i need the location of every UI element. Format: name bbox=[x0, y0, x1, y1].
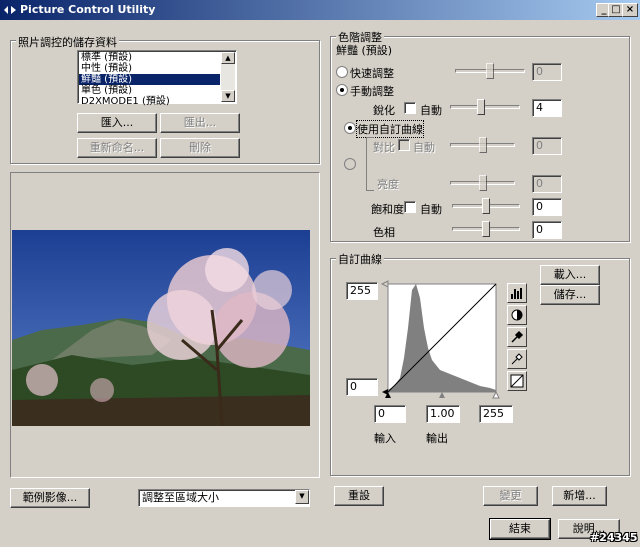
hue-label: 色相 bbox=[373, 226, 395, 239]
slider-thumb[interactable] bbox=[482, 221, 490, 237]
list-items: 標準 (預設) 中性 (預設) 鮮豔 (預設) 單色 (預設) D2XMODE1… bbox=[79, 52, 220, 107]
hue-value[interactable]: 0 bbox=[532, 221, 562, 239]
custom-curve-radio[interactable] bbox=[344, 122, 356, 134]
quick-adjust-radio[interactable] bbox=[336, 66, 348, 78]
output-min-field[interactable]: 0 bbox=[346, 378, 378, 396]
curve-reset-icon[interactable] bbox=[507, 371, 527, 391]
input-label: 輸入 bbox=[374, 432, 396, 445]
rename-button[interactable]: 重新命名... bbox=[77, 138, 157, 158]
contrast-value[interactable]: 0 bbox=[532, 137, 562, 155]
preview-image[interactable] bbox=[12, 230, 310, 426]
import-button[interactable]: 匯入... bbox=[77, 113, 157, 133]
manual-adjust-radio[interactable] bbox=[336, 84, 348, 96]
quick-adjust-value[interactable]: 0 bbox=[532, 63, 562, 81]
window-title: Picture Control Utility bbox=[20, 3, 156, 16]
list-item[interactable]: 標準 (預設) bbox=[79, 52, 220, 63]
sharpen-auto-checkbox[interactable] bbox=[404, 102, 416, 114]
list-item[interactable]: 中性 (預設) bbox=[79, 63, 220, 74]
list-item-selected[interactable]: 鮮豔 (預設) bbox=[79, 74, 220, 85]
storage-group-label: 照片調控的儲存資料 bbox=[16, 34, 119, 50]
gamma-field[interactable]: 1.00 bbox=[426, 405, 460, 423]
brightness-slider[interactable] bbox=[450, 175, 515, 191]
custom-curve-label: 使用自訂曲線 bbox=[356, 120, 424, 138]
slider-thumb[interactable] bbox=[486, 63, 494, 79]
hue-slider[interactable] bbox=[452, 221, 520, 237]
new-button[interactable]: 新增... bbox=[552, 486, 607, 506]
watermark: #24345 bbox=[590, 531, 638, 544]
curve-save-button[interactable]: 儲存... bbox=[540, 285, 600, 305]
list-scrollbar[interactable]: ▲ ▼ bbox=[221, 52, 235, 102]
list-item[interactable]: D2XMODE1 (預設) bbox=[79, 96, 220, 107]
saturation-slider[interactable] bbox=[452, 198, 520, 214]
output-max-field[interactable]: 255 bbox=[346, 282, 378, 300]
curve-load-button[interactable]: 載入... bbox=[540, 265, 600, 285]
slider-thumb[interactable] bbox=[477, 99, 485, 115]
saturation-value[interactable]: 0 bbox=[532, 198, 562, 216]
close-button[interactable]: 結束 bbox=[489, 518, 551, 540]
output-max-marker[interactable] bbox=[380, 280, 389, 288]
slider-thumb[interactable] bbox=[479, 175, 487, 191]
saturation-label: 飽和度 bbox=[371, 203, 404, 216]
output-label: 輸出 bbox=[426, 432, 448, 445]
input-white-marker[interactable] bbox=[492, 390, 500, 399]
quick-adjust-label: 快速調整 bbox=[350, 67, 394, 80]
close-window-button[interactable]: × bbox=[622, 3, 638, 17]
eyedropper-black-icon[interactable] bbox=[507, 327, 527, 347]
picture-control-list[interactable]: 標準 (預設) 中性 (預設) 鮮豔 (預設) 單色 (預設) D2XMODE1… bbox=[77, 50, 237, 107]
input-gamma-marker[interactable] bbox=[439, 392, 445, 398]
chevron-down-icon[interactable]: ▼ bbox=[295, 490, 309, 504]
slider-thumb[interactable] bbox=[479, 137, 487, 153]
sharpen-slider[interactable] bbox=[450, 99, 520, 115]
saturation-auto-label: 自動 bbox=[420, 203, 442, 216]
slider-track bbox=[450, 105, 520, 109]
contrast-slider[interactable] bbox=[450, 137, 515, 153]
scroll-down-button[interactable]: ▼ bbox=[221, 90, 235, 102]
eyedropper-white-icon[interactable] bbox=[507, 349, 527, 369]
delete-button[interactable]: 刪除 bbox=[160, 138, 240, 158]
quick-adjust-slider[interactable] bbox=[455, 63, 525, 79]
input-max-field[interactable]: 255 bbox=[479, 405, 513, 423]
sharpen-label: 銳化 bbox=[373, 104, 395, 117]
scroll-up-button[interactable]: ▲ bbox=[221, 52, 235, 64]
unused-radio[interactable] bbox=[344, 158, 356, 170]
curve-group-label: 自訂曲線 bbox=[336, 251, 384, 267]
curve-graph[interactable] bbox=[380, 278, 502, 400]
slider-thumb[interactable] bbox=[482, 198, 490, 214]
brightness-value[interactable]: 0 bbox=[532, 175, 562, 193]
input-min-field[interactable]: 0 bbox=[374, 405, 406, 423]
manual-adjust-label: 手動調整 bbox=[350, 85, 394, 98]
list-item[interactable]: 單色 (預設) bbox=[79, 85, 220, 96]
sharpen-value[interactable]: 4 bbox=[532, 99, 562, 117]
saturation-auto-checkbox[interactable] bbox=[404, 201, 416, 213]
histogram-icon[interactable] bbox=[507, 283, 527, 303]
sample-image-button[interactable]: 範例影像... bbox=[10, 488, 90, 508]
change-button[interactable]: 變更 bbox=[483, 486, 538, 506]
contrast-auto-checkbox[interactable] bbox=[398, 139, 410, 151]
fit-select[interactable]: 調整至區域大小 ▼ bbox=[138, 489, 310, 507]
sharpen-auto-label: 自動 bbox=[420, 104, 442, 117]
app-icon bbox=[4, 6, 16, 14]
contrast-label: 對比 bbox=[373, 141, 395, 154]
reset-button[interactable]: 重設 bbox=[334, 486, 384, 506]
fit-select-value: 調整至區域大小 bbox=[142, 491, 219, 504]
export-button[interactable]: 匯出... bbox=[160, 113, 240, 133]
title-bar[interactable]: Picture Control Utility _ □ × bbox=[0, 0, 640, 20]
contrast-auto-label: 自動 bbox=[413, 141, 435, 154]
brightness-label: 亮度 bbox=[377, 178, 399, 191]
contrast-icon[interactable] bbox=[507, 305, 527, 325]
levels-mode-title: 鮮豔 (預設) bbox=[336, 44, 393, 57]
